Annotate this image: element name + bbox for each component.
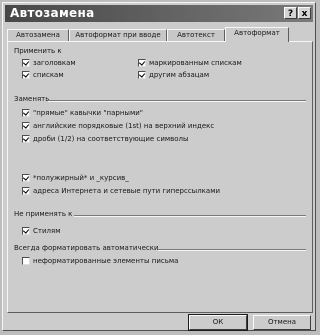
apply-headings-checkbox[interactable] — [22, 59, 30, 67]
replace-fractions-checkbox[interactable] — [22, 135, 30, 143]
apply-bulleted-lists-checkbox[interactable] — [138, 59, 146, 67]
apply-section-label: Применить к — [14, 47, 62, 55]
replace-fractions-option[interactable]: дроби (1/2) на соответствующие символы — [22, 134, 189, 144]
apply-other-paragraphs-option[interactable]: другим абзацам — [138, 70, 209, 80]
tab-strip: Автозамена Автоформат при вводе Автотекс… — [7, 27, 311, 42]
replace-hyperlinks-option[interactable]: адреса Интернета и сетевые пути гиперссы… — [22, 186, 220, 196]
replace-separator — [48, 100, 306, 102]
preserve-styles-checkbox[interactable] — [22, 227, 30, 235]
plain-text-email-label: неформатированные элементы письма — [33, 257, 179, 265]
tab-autoformat[interactable]: Автоформат — [225, 27, 289, 42]
close-button[interactable]: x — [298, 7, 311, 19]
plain-text-email-checkbox[interactable] — [22, 257, 30, 265]
apply-lists-checkbox[interactable] — [22, 71, 30, 79]
apply-bulleted-lists-label: маркированным спискам — [149, 59, 242, 67]
dialog-title: Автозамена — [10, 6, 95, 20]
tab-autotext[interactable]: Автотекст — [167, 29, 225, 41]
preserve-separator — [74, 215, 306, 217]
replace-bold-italic-checkbox[interactable] — [22, 174, 30, 182]
replace-quotes-checkbox[interactable] — [22, 109, 30, 117]
apply-lists-option[interactable]: спискам — [22, 70, 64, 80]
replace-quotes-label: "прямые" кавычки "парными" — [33, 109, 144, 117]
replace-bold-italic-option[interactable]: *полужирный* и _курсив_ — [22, 173, 129, 183]
cancel-button[interactable]: Отмена — [253, 315, 311, 330]
preserve-styles-option[interactable]: Стилям — [22, 226, 60, 236]
always-section-label: Всегда форматировать автоматически — [14, 244, 159, 252]
preserve-section-label: Не применять к — [14, 210, 73, 218]
plain-text-email-option[interactable]: неформатированные элементы письма — [22, 256, 178, 266]
help-button[interactable]: ? — [284, 7, 297, 19]
ok-button[interactable]: ОК — [188, 314, 248, 331]
apply-lists-label: спискам — [33, 71, 64, 79]
replace-ordinals-label: английские порядковые (1st) на верхний и… — [33, 122, 215, 130]
title-bar[interactable]: Автозамена ? x — [5, 5, 313, 22]
replace-hyperlinks-checkbox[interactable] — [22, 187, 30, 195]
apply-other-paragraphs-label: другим абзацам — [149, 71, 210, 79]
replace-bold-italic-label: *полужирный* и _курсив_ — [33, 174, 129, 182]
apply-headings-option[interactable]: заголовкам — [22, 58, 76, 68]
replace-quotes-option[interactable]: "прямые" кавычки "парными" — [22, 108, 143, 118]
preserve-styles-label: Стилям — [33, 227, 61, 235]
replace-ordinals-option[interactable]: английские порядковые (1st) на верхний и… — [22, 121, 214, 131]
replace-ordinals-checkbox[interactable] — [22, 122, 30, 130]
autoformat-panel: Применить к заголовкам маркированным спи… — [7, 41, 313, 313]
apply-other-paragraphs-checkbox[interactable] — [138, 71, 146, 79]
autocorrect-dialog: Автозамена ? x Автозамена Автоформат при… — [2, 2, 316, 331]
always-separator — [158, 249, 306, 251]
apply-headings-label: заголовкам — [33, 59, 76, 67]
replace-hyperlinks-label: адреса Интернета и сетевые пути гиперссы… — [33, 187, 221, 195]
replace-section-label: Заменять — [14, 95, 50, 103]
tab-autocorrect[interactable]: Автозамена — [7, 29, 69, 41]
tab-autoformat-as-you-type[interactable]: Автоформат при вводе — [69, 29, 167, 41]
apply-bulleted-lists-option[interactable]: маркированным спискам — [138, 58, 242, 68]
replace-fractions-label: дроби (1/2) на соответствующие символы — [33, 135, 189, 143]
